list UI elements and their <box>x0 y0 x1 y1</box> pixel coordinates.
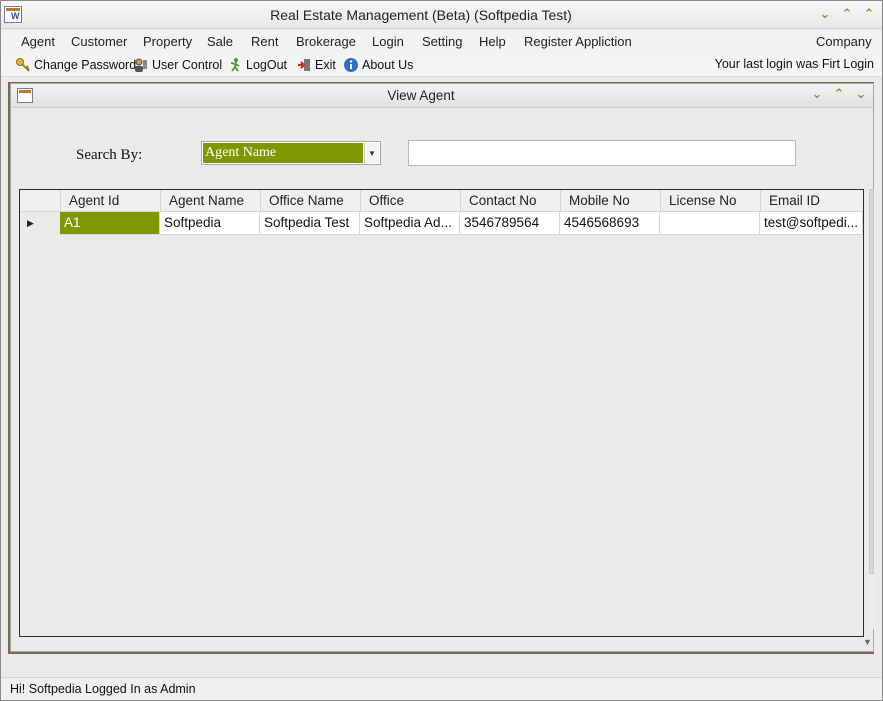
key-icon <box>15 57 31 73</box>
cell-agent-name[interactable]: Softpedia <box>160 212 260 235</box>
search-by-dropdown[interactable]: Agent Name ▼ <box>201 141 381 165</box>
last-login-info: Your last login was Firt Login <box>714 57 874 71</box>
column-license-no[interactable]: License No <box>660 190 760 212</box>
menu-company[interactable]: Company <box>816 34 872 49</box>
menu-property[interactable]: Property <box>143 34 192 49</box>
child-window-controls: ⌄ ⌃ ⌄ <box>809 86 869 104</box>
user-control-button[interactable]: User Control <box>133 56 222 74</box>
child-restore-icon[interactable]: ⌃ <box>831 86 847 102</box>
vertical-scrollbar[interactable] <box>868 189 875 629</box>
table-row[interactable]: ▶ A1 Softpedia Softpedia Test Softpedia … <box>20 212 863 235</box>
view-agent-title-bar: View Agent ⌄ ⌃ ⌄ <box>11 84 873 108</box>
menu-setting[interactable]: Setting <box>422 34 462 49</box>
minimize-icon[interactable]: ⌄ <box>817 6 833 22</box>
scroll-down-icon[interactable]: ▼ <box>863 637 872 647</box>
menu-bar: Agent Customer Property Sale Rent Broker… <box>1 30 882 53</box>
logout-button[interactable]: LogOut <box>227 56 287 74</box>
window-title: Real Estate Management (Beta) (Softpedia… <box>270 7 572 23</box>
view-agent-title: View Agent <box>387 88 455 103</box>
menu-sale[interactable]: Sale <box>207 34 233 49</box>
grid-header: Agent Id Agent Name Office Name Office C… <box>20 190 863 212</box>
user-control-icon <box>133 57 149 73</box>
cell-contact-no[interactable]: 3546789564 <box>460 212 560 235</box>
menu-agent[interactable]: Agent <box>21 34 55 49</box>
child-close-icon[interactable]: ⌄ <box>853 86 869 102</box>
title-bar: Real Estate Management (Beta) (Softpedia… <box>1 1 882 29</box>
window-controls: ⌄ ⌃ ⌃ <box>817 6 877 24</box>
cell-office[interactable]: Softpedia Ad... <box>360 212 460 235</box>
menu-login[interactable]: Login <box>372 34 404 49</box>
column-agent-name[interactable]: Agent Name <box>160 190 260 212</box>
search-input[interactable] <box>408 140 796 166</box>
menu-register-application[interactable]: Register Appliction <box>524 34 632 49</box>
cell-office-name[interactable]: Softpedia Test <box>260 212 360 235</box>
column-mobile-no[interactable]: Mobile No <box>560 190 660 212</box>
chevron-down-icon[interactable]: ▼ <box>364 143 379 163</box>
column-office-name[interactable]: Office Name <box>260 190 360 212</box>
row-selector-icon[interactable]: ▶ <box>20 212 60 235</box>
status-text: Hi! Softpedia Logged In as Admin <box>10 682 196 696</box>
agent-grid: Agent Id Agent Name Office Name Office C… <box>19 189 864 637</box>
search-by-selected-value: Agent Name <box>203 143 363 163</box>
search-by-label: Search By: <box>76 147 143 163</box>
info-icon <box>343 57 359 73</box>
child-minimize-icon[interactable]: ⌄ <box>809 86 825 102</box>
logout-icon <box>227 57 243 73</box>
close-icon[interactable]: ⌃ <box>861 6 877 22</box>
menu-customer[interactable]: Customer <box>71 34 127 49</box>
exit-icon <box>296 57 312 73</box>
exit-label: Exit <box>315 58 336 72</box>
column-office[interactable]: Office <box>360 190 460 212</box>
cell-mobile-no[interactable]: 4546568693 <box>560 212 660 235</box>
logout-label: LogOut <box>246 58 288 72</box>
cell-agent-id[interactable]: A1 <box>60 212 160 235</box>
user-control-label: User Control <box>152 58 223 72</box>
exit-button[interactable]: Exit <box>296 56 336 74</box>
column-email-id[interactable]: Email ID <box>760 190 863 212</box>
menu-help[interactable]: Help <box>479 34 506 49</box>
cell-email-id[interactable]: test@softpedi... <box>760 212 863 235</box>
restore-icon[interactable]: ⌃ <box>839 6 855 22</box>
scrollbar-thumb[interactable] <box>869 189 874 574</box>
cell-license-no[interactable] <box>660 212 760 235</box>
status-bar: Hi! Softpedia Logged In as Admin <box>1 677 882 700</box>
about-us-button[interactable]: About Us <box>343 56 413 74</box>
main-window: Real Estate Management (Beta) (Softpedia… <box>0 0 883 701</box>
column-agent-id[interactable]: Agent Id <box>60 190 160 212</box>
menu-rent[interactable]: Rent <box>251 34 278 49</box>
change-password-label: Change Password <box>34 58 137 72</box>
view-agent-window: View Agent ⌄ ⌃ ⌄ Search By: Agent Name ▼… <box>10 83 875 652</box>
change-password-button[interactable]: Change Password <box>15 56 136 74</box>
about-us-label: About Us <box>362 58 414 72</box>
column-contact-no[interactable]: Contact No <box>460 190 560 212</box>
menu-brokerage[interactable]: Brokerage <box>296 34 356 49</box>
